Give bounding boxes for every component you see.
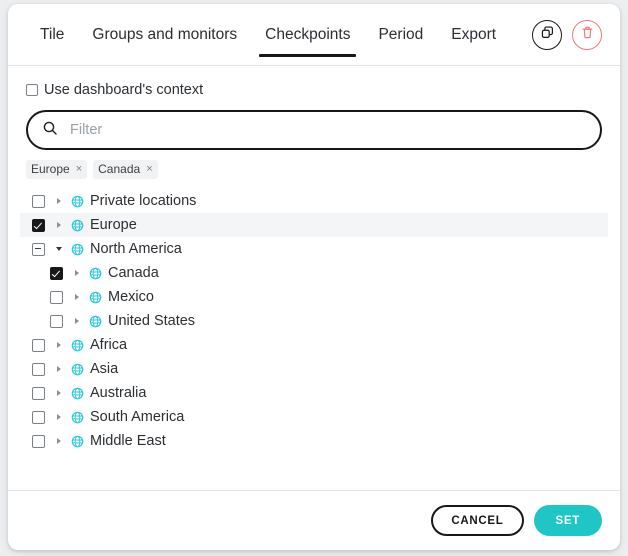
tree-row[interactable]: Mexico xyxy=(20,285,608,309)
tree-row-label: North America xyxy=(90,241,182,258)
duplicate-button[interactable] xyxy=(532,19,562,50)
tree-row-label: Africa xyxy=(90,337,128,354)
tree-row-checkbox[interactable] xyxy=(32,386,45,400)
globe-icon xyxy=(89,315,102,328)
globe-icon xyxy=(71,195,84,208)
panel-body: Use dashboard's context Europe × Canada × P… xyxy=(8,66,620,490)
set-button[interactable]: SET xyxy=(533,505,602,536)
tab-list: Tile Groups and monitors Checkpoints Period… xyxy=(8,4,510,65)
tree-row[interactable]: Europe xyxy=(20,213,608,238)
delete-button[interactable] xyxy=(572,19,602,50)
tab-groups-and-monitors[interactable]: Groups and monitors xyxy=(78,4,251,65)
globe-icon xyxy=(89,267,102,280)
globe-icon xyxy=(89,291,102,304)
chevron-right-icon[interactable] xyxy=(69,294,85,301)
chevron-down-icon[interactable] xyxy=(51,247,67,252)
tree-row[interactable]: Asia xyxy=(20,357,608,381)
tab-checkpoints[interactable]: Checkpoints xyxy=(251,4,364,65)
globe-icon xyxy=(71,435,84,448)
tree-row[interactable]: Africa xyxy=(20,333,608,357)
tree-row-checkbox[interactable] xyxy=(32,194,45,208)
globe-icon xyxy=(71,411,84,424)
tree-row-label: Middle East xyxy=(90,433,166,450)
tree-row[interactable]: North America xyxy=(20,237,608,261)
chevron-right-icon[interactable] xyxy=(51,198,67,205)
selected-chips: Europe × Canada × xyxy=(8,150,620,181)
tab-actions xyxy=(532,4,620,65)
filter-search-box[interactable] xyxy=(26,110,602,150)
tree-row-label: Australia xyxy=(90,385,147,402)
tree-row-label: Private locations xyxy=(90,193,197,210)
tree-row[interactable]: Canada xyxy=(20,261,608,285)
trash-icon xyxy=(580,25,595,45)
chip-remove-icon[interactable]: × xyxy=(146,163,152,176)
tree-row[interactable]: United States xyxy=(20,309,608,333)
filter-input[interactable] xyxy=(68,121,586,139)
tab-period[interactable]: Period xyxy=(364,4,437,65)
checkpoints-tree[interactable]: Private locations Europe North America Cana… xyxy=(8,189,620,490)
tree-row-label: Mexico xyxy=(108,289,154,306)
tab-export[interactable]: Export xyxy=(437,4,510,65)
use-dashboard-context-row[interactable]: Use dashboard's context xyxy=(8,66,620,100)
tree-row-label: Canada xyxy=(108,265,159,282)
chevron-right-icon[interactable] xyxy=(51,390,67,397)
tab-tile[interactable]: Tile xyxy=(26,4,78,65)
tree-row[interactable]: Private locations xyxy=(20,189,608,213)
tree-row-checkbox[interactable] xyxy=(32,218,45,232)
tree-row[interactable]: South America xyxy=(20,405,608,429)
panel-footer: CANCEL SET xyxy=(8,490,620,550)
tree-row-checkbox[interactable] xyxy=(50,266,63,280)
chevron-right-icon[interactable] xyxy=(51,366,67,373)
tree-row[interactable]: Australia xyxy=(20,381,608,405)
chip-label: Europe xyxy=(31,162,70,176)
cancel-button[interactable]: CANCEL xyxy=(431,505,524,536)
use-dashboard-context-label: Use dashboard's context xyxy=(44,82,204,98)
tree-row-checkbox[interactable] xyxy=(32,362,45,376)
filter-section xyxy=(8,100,620,150)
copy-icon xyxy=(540,25,555,45)
search-icon xyxy=(42,120,58,141)
tree-row-label: Europe xyxy=(90,217,137,234)
globe-icon xyxy=(71,387,84,400)
chevron-right-icon[interactable] xyxy=(69,318,85,325)
tree-row-label: South America xyxy=(90,409,185,426)
chip-label: Canada xyxy=(98,162,141,176)
chip-remove-icon[interactable]: × xyxy=(76,163,82,176)
chip: Europe × xyxy=(26,160,88,180)
checkpoints-panel: Tile Groups and monitors Checkpoints Period… xyxy=(8,4,620,550)
chevron-right-icon[interactable] xyxy=(51,222,67,229)
tree-row-checkbox[interactable] xyxy=(50,314,63,328)
chevron-right-icon[interactable] xyxy=(51,438,67,445)
tree-row-checkbox[interactable] xyxy=(32,338,45,352)
tree-row[interactable]: Middle East xyxy=(20,429,608,453)
tree-row-label: Asia xyxy=(90,361,119,378)
tree-row-checkbox[interactable] xyxy=(50,290,63,304)
use-dashboard-context-checkbox[interactable] xyxy=(26,84,38,96)
globe-icon xyxy=(71,243,84,256)
globe-icon xyxy=(71,219,84,232)
tab-bar: Tile Groups and monitors Checkpoints Period… xyxy=(8,4,620,66)
chevron-right-icon[interactable] xyxy=(51,342,67,349)
chevron-right-icon[interactable] xyxy=(69,270,85,277)
chip: Canada × xyxy=(93,160,158,180)
globe-icon xyxy=(71,363,84,376)
tree-row-label: United States xyxy=(108,313,196,330)
tree-row-checkbox[interactable] xyxy=(32,410,45,424)
globe-icon xyxy=(71,339,84,352)
tree-row-checkbox[interactable] xyxy=(32,434,45,448)
chevron-right-icon[interactable] xyxy=(51,414,67,421)
tree-row-checkbox[interactable] xyxy=(32,242,45,256)
